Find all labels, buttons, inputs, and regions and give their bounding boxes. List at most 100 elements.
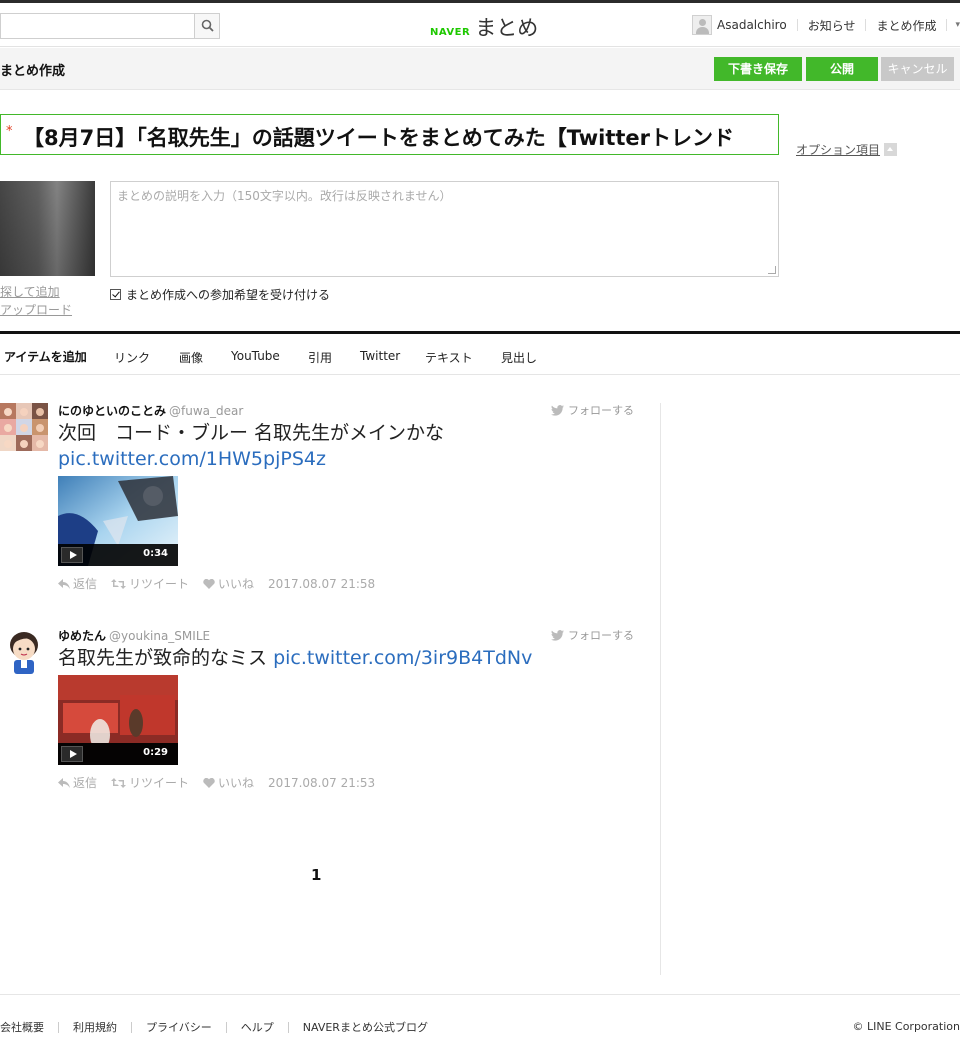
follow-button[interactable]: フォローする [551, 402, 634, 418]
tweet-pic-link[interactable]: pic.twitter.com/3ir9B4TdNv [273, 647, 532, 669]
chevron-up-icon[interactable] [884, 143, 897, 156]
reply-button[interactable]: 返信 [58, 575, 97, 592]
image-upload-link[interactable]: アップロード [0, 301, 72, 318]
add-item-label: アイテムを追加 [4, 350, 87, 364]
like-label: いいね [218, 577, 255, 591]
footer-link-company[interactable]: 会社概要 [0, 1019, 44, 1035]
title-value: 【8月7日】「名取先生」の話題ツイートをまとめてみた【Twitterトレンド [23, 126, 735, 150]
reply-label: 返信 [73, 577, 98, 591]
nav-divider [796, 19, 798, 31]
add-quote-button[interactable]: 引用 [308, 349, 332, 366]
retweet-button[interactable]: リツイート [111, 774, 189, 791]
logo-brand: NAVER [430, 27, 471, 38]
cancel-button[interactable]: キャンセル [881, 57, 954, 81]
search-input[interactable] [1, 14, 195, 38]
footer-divider [287, 1021, 289, 1033]
add-image-button[interactable]: 画像 [179, 349, 203, 366]
video-thumbnail[interactable]: 0:29 [58, 675, 178, 765]
retweet-icon [111, 578, 127, 589]
site-header: NAVER まとめ Asadalchiro お知らせ まとめ作成 ▾ [0, 3, 960, 47]
user-avatar[interactable] [692, 15, 713, 35]
tweet-item: ゆめたん @youkina_SMILE フォローする 名取先生が致命的なミス pi… [0, 628, 640, 798]
matome-title-input[interactable]: * 【8月7日】「名取先生」の話題ツイートをまとめてみた【Twitterトレンド [0, 114, 779, 155]
author-name: ゆめたん [58, 629, 107, 643]
save-draft-button[interactable]: 下書き保存 [714, 57, 802, 81]
image-search-link[interactable]: 探して追加 [0, 283, 60, 300]
footer-divider [131, 1021, 132, 1033]
avatar-collage-image [0, 403, 48, 451]
video-duration: 0:34 [143, 548, 168, 559]
logo-name: まとめ [475, 16, 539, 40]
naver-matome-logo[interactable]: NAVER まとめ [430, 12, 538, 40]
reply-label: 返信 [73, 776, 98, 790]
add-youtube-button[interactable]: YouTube [231, 349, 280, 363]
tweet-item: にのゆといのことみ @fuwa_dear フォローする 次回 コード・ブルー 名取… [0, 403, 640, 593]
notice-link[interactable]: お知らせ [808, 17, 856, 34]
search-button[interactable] [194, 14, 219, 38]
page-title: まとめ作成 [0, 64, 66, 79]
tweet-text: 名取先生が致命的なミス pic.twitter.com/3ir9B4TdNv [58, 645, 598, 671]
follow-label: フォローする [568, 404, 634, 417]
user-nav: Asadalchiro お知らせ まとめ作成 ▾ [692, 14, 960, 36]
tweet-text: 次回 コード・ブルー 名取先生がメインかな pic.twitter.com/1H… [58, 420, 598, 472]
tweet-body: 次回 コード・ブルー 名取先生がメインかな [58, 422, 445, 444]
add-heading-button[interactable]: 見出し [501, 349, 537, 366]
tweet-date[interactable]: 2017.08.07 21:53 [268, 776, 375, 790]
reply-icon [58, 777, 70, 788]
heart-icon [203, 578, 215, 589]
cover-thumbnail[interactable] [0, 181, 95, 276]
play-icon[interactable] [61, 547, 83, 563]
reply-button[interactable]: 返信 [58, 774, 97, 791]
like-button[interactable]: いいね [203, 774, 254, 791]
participation-checkbox[interactable] [110, 289, 121, 300]
tweet-pic-link[interactable]: pic.twitter.com/1HW5pjPS4z [58, 448, 326, 470]
author-name: にのゆといのことみ [58, 404, 167, 418]
search-box [0, 13, 220, 39]
tweet-author[interactable]: ゆめたん @youkina_SMILE [58, 627, 210, 644]
follow-button[interactable]: フォローする [551, 627, 634, 643]
twitter-bird-icon [551, 629, 564, 641]
avatar-cartoon-image [0, 628, 48, 676]
like-label: いいね [218, 776, 255, 790]
description-box [110, 181, 779, 277]
chevron-down-icon[interactable]: ▾ [955, 20, 960, 30]
add-twitter-button[interactable]: Twitter [360, 349, 400, 363]
footer-link-blog[interactable]: NAVERまとめ公式ブログ [303, 1019, 428, 1035]
footer-link-help[interactable]: ヘルプ [241, 1019, 274, 1035]
add-item-toolbar: アイテムを追加 リンク 画像 YouTube 引用 Twitter テキスト 見… [0, 331, 960, 375]
video-duration: 0:29 [143, 747, 168, 758]
footer-link-terms[interactable]: 利用規約 [73, 1019, 117, 1035]
participation-option[interactable]: まとめ作成への参加希望を受け付ける [110, 286, 330, 303]
retweet-button[interactable]: リツイート [111, 575, 189, 592]
video-controls: 0:34 [58, 544, 178, 566]
description-input[interactable] [111, 182, 778, 276]
footer-divider [225, 1021, 227, 1033]
twitter-bird-icon [551, 404, 564, 416]
site-footer: 会社概要 利用規約 プライバシー ヘルプ NAVERまとめ公式ブログ © LIN… [0, 994, 960, 1057]
play-icon[interactable] [61, 746, 83, 762]
video-thumbnail[interactable]: 0:34 [58, 476, 178, 566]
avatar[interactable] [0, 403, 48, 451]
author-handle: @youkina_SMILE [109, 629, 211, 643]
footer-link-privacy[interactable]: プライバシー [146, 1019, 212, 1035]
add-link-button[interactable]: リンク [114, 349, 150, 366]
like-button[interactable]: いいね [203, 575, 254, 592]
reply-icon [58, 578, 70, 589]
column-divider [660, 403, 661, 975]
create-matome-link[interactable]: まとめ作成 [876, 17, 936, 34]
resize-handle[interactable] [768, 266, 776, 274]
copyright: © LINE Corporation [852, 1020, 960, 1033]
avatar[interactable] [0, 628, 48, 676]
heart-icon [203, 777, 215, 788]
pagination-current[interactable]: 1 [311, 866, 321, 884]
options-link[interactable]: オプション項目 [796, 141, 880, 158]
tweet-body: 名取先生が致命的なミス [58, 647, 268, 669]
required-mark: * [6, 124, 13, 139]
tweet-date[interactable]: 2017.08.07 21:58 [268, 577, 375, 591]
participation-label: まとめ作成への参加希望を受け付ける [126, 288, 331, 302]
publish-button[interactable]: 公開 [806, 57, 878, 81]
tweet-author[interactable]: にのゆといのことみ @fuwa_dear [58, 402, 243, 419]
footer-divider [58, 1021, 59, 1033]
username-link[interactable]: Asadalchiro [717, 18, 787, 32]
add-text-button[interactable]: テキスト [425, 349, 473, 366]
